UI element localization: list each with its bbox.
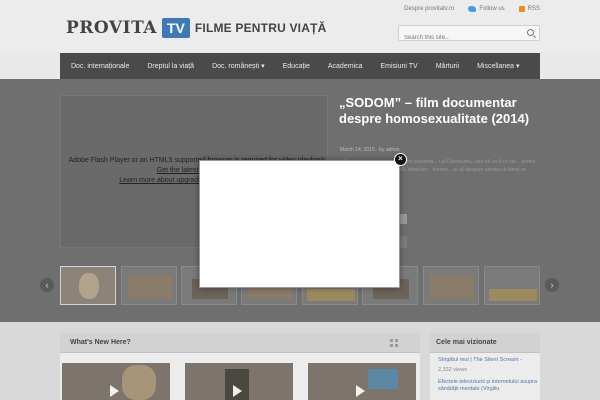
play-icon	[233, 385, 242, 397]
most-viewed-item-title[interactable]: Efectele televiziunii și internetului as…	[438, 379, 538, 393]
video-card[interactable]	[308, 363, 416, 400]
rss-icon	[518, 6, 525, 12]
search-box	[398, 25, 540, 45]
thumbnail[interactable]	[423, 266, 479, 305]
most-viewed-panel: Cele mai vizionate Strigătul mut | The S…	[430, 333, 540, 400]
prev-arrow-icon[interactable]: ‹	[40, 278, 54, 292]
top-links: Despre provitatv.ro Follow us RSS	[404, 6, 540, 12]
main-nav: Doc. internaționale Dreptul la viață Doc…	[60, 53, 540, 79]
close-icon[interactable]: ×	[394, 153, 407, 166]
most-viewed-title: Cele mai vizionate	[436, 339, 497, 346]
nav-item-academica[interactable]: Academica	[319, 53, 372, 79]
logo-tagline: FILME PENTRU VIAȚĂ	[194, 21, 327, 35]
thumbnail[interactable]	[60, 266, 116, 305]
logo-word: PROVITA	[66, 18, 157, 38]
rss-link[interactable]: RSS	[518, 6, 540, 12]
search-input[interactable]	[399, 31, 519, 45]
featured-title[interactable]: „SODOM” – film documentar despre homosex…	[339, 95, 539, 127]
featured-meta: March 14, 2015 · by admin	[340, 147, 400, 153]
nav-item-dreptul-la-viata[interactable]: Dreptul la viață	[138, 53, 203, 79]
nav-item-educatie[interactable]: Educație	[274, 53, 319, 79]
twitter-icon	[468, 6, 477, 12]
play-icon	[110, 385, 119, 397]
most-viewed-item-title[interactable]: Strigătul mut | The Silent Scream -	[438, 357, 538, 364]
thumbnail[interactable]	[484, 266, 540, 305]
video-card[interactable]	[62, 363, 170, 400]
next-arrow-icon[interactable]: ›	[545, 278, 559, 292]
play-icon	[356, 385, 365, 397]
whats-new-panel: What's New Here?	[60, 333, 420, 400]
nav-item-doc-internationale[interactable]: Doc. internaționale	[60, 53, 138, 79]
rss-label: RSS	[527, 6, 540, 12]
nav-item-miscellanea[interactable]: Miscellanea ▾	[468, 53, 528, 79]
nav-item-doc-romanesti[interactable]: Doc. românești ▾	[203, 53, 274, 79]
follow-link[interactable]: Follow us	[468, 6, 505, 12]
most-viewed-header: Cele mai vizionate	[430, 333, 540, 353]
whats-new-title: What's New Here?	[70, 339, 131, 346]
thumbnail[interactable]	[121, 266, 177, 305]
follow-label: Follow us	[479, 6, 505, 12]
grid-view-icon[interactable]	[390, 339, 398, 347]
nav-item-emisiuni-tv[interactable]: Emisiuni TV	[372, 53, 427, 79]
logo-tv-badge: TV	[161, 18, 190, 38]
site-logo[interactable]: PROVITA TV FILME PENTRU VIAȚĂ	[66, 17, 326, 39]
search-icon[interactable]	[527, 29, 534, 36]
nav-item-marturii[interactable]: Mărturii	[427, 53, 468, 79]
site-header: PROVITA TV FILME PENTRU VIAȚĂ Despre pro…	[0, 0, 600, 52]
about-link[interactable]: Despre provitatv.ro	[404, 6, 454, 12]
video-card[interactable]	[185, 363, 293, 400]
whats-new-header: What's New Here?	[60, 333, 420, 353]
most-viewed-item-views: 2,332 views	[438, 367, 468, 373]
lightbox-modal[interactable]	[199, 160, 400, 288]
